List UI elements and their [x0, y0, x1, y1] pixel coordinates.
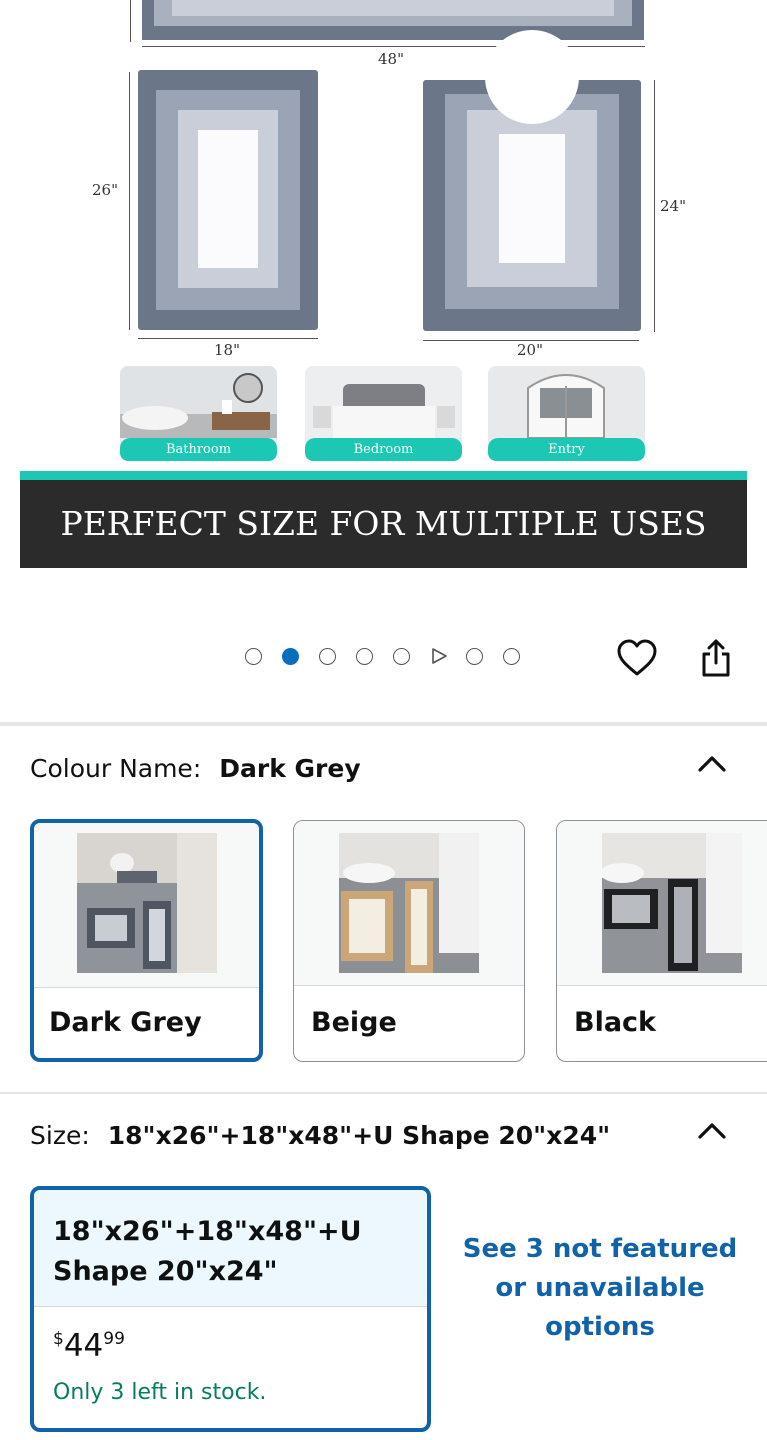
use-label: Entry: [488, 438, 645, 461]
swatch-thumb-area: [294, 821, 524, 986]
product-image[interactable]: 48" 26" 18" 24" 20" Bathroom Bedroom Ent…: [0, 0, 767, 600]
stock-status: Only 3 left in stock.: [53, 1380, 267, 1405]
carousel-dot[interactable]: [393, 647, 410, 665]
chevron-up-icon: [698, 1123, 726, 1139]
swatch-image: [339, 833, 479, 973]
dimension-label: 24": [660, 197, 686, 215]
swatch-thumb-area: [34, 823, 259, 988]
banner-accent: [20, 471, 747, 480]
dimension-label: 48": [378, 50, 404, 68]
colour-option-label: Beige: [311, 1007, 397, 1038]
share-icon: [702, 639, 730, 677]
swatch-image: [76, 833, 217, 973]
price-symbol: $: [53, 1329, 64, 1349]
use-card-entry: Entry: [488, 366, 645, 461]
carousel-dot[interactable]: [245, 647, 262, 665]
dimension-line: [142, 46, 645, 47]
collapse-colour-button[interactable]: [695, 750, 729, 776]
size-option-selected[interactable]: 18"x26"+18"x48"+U Shape 20"x24" $4499 On…: [30, 1186, 431, 1432]
colour-option-black[interactable]: Black: [556, 820, 767, 1062]
price: $4499: [53, 1328, 125, 1364]
price-whole: 44: [63, 1328, 104, 1364]
use-label: Bedroom: [305, 438, 462, 461]
chevron-up-icon: [698, 756, 726, 772]
colour-row-label: Colour Name: Dark Grey: [30, 754, 361, 783]
colour-option-label: Dark Grey: [49, 1007, 202, 1038]
rectangle-rug: [138, 70, 318, 330]
runner-rug: [142, 0, 644, 40]
section-divider: [0, 1092, 767, 1094]
dimension-label: 18": [214, 341, 240, 359]
carousel-dot[interactable]: [319, 647, 336, 665]
price-fraction: 99: [103, 1329, 125, 1349]
swatch-thumb-area: [557, 821, 767, 986]
see-more-options-link[interactable]: See 3 not featured or unavailable option…: [455, 1230, 745, 1347]
carousel-dot[interactable]: [356, 647, 373, 665]
use-label: Bathroom: [120, 438, 277, 461]
carousel-dots: [245, 645, 540, 667]
colour-value: Dark Grey: [219, 754, 361, 783]
dimension-label: 26": [92, 181, 118, 199]
dimension-label: 20": [517, 341, 543, 359]
carousel-dot[interactable]: [466, 647, 483, 665]
size-option-title: 18"x26"+18"x48"+U Shape 20"x24": [53, 1216, 362, 1287]
carousel-dot-active[interactable]: [282, 647, 299, 665]
colour-option-label: Black: [574, 1007, 657, 1038]
wishlist-button[interactable]: [614, 635, 660, 681]
size-option-header: 18"x26"+18"x48"+U Shape 20"x24": [34, 1190, 427, 1307]
collapse-size-button[interactable]: [695, 1117, 729, 1143]
size-value: 18"x26"+18"x48"+U Shape 20"x24": [107, 1121, 611, 1150]
section-divider: [0, 722, 767, 726]
dimension-line: [654, 80, 655, 332]
colour-option-beige[interactable]: Beige: [293, 820, 525, 1062]
u-shape-rug: [423, 30, 641, 331]
dimension-line: [138, 338, 318, 339]
size-row-label: Size: 18"x26"+18"x48"+U Shape 20"x24": [30, 1121, 610, 1150]
dimension-line: [129, 72, 130, 330]
carousel-dot[interactable]: [503, 647, 520, 665]
use-card-bedroom: Bedroom: [305, 366, 462, 461]
promo-banner: PERFECT SIZE FOR MULTIPLE USES: [20, 480, 747, 568]
colour-label: Colour Name:: [30, 754, 202, 783]
size-label: Size:: [30, 1121, 90, 1150]
heart-icon: [617, 639, 657, 676]
colour-option-dark-grey[interactable]: Dark Grey: [30, 819, 263, 1062]
video-play-icon[interactable]: [430, 648, 447, 664]
dimension-line: [130, 0, 131, 42]
use-card-bathroom: Bathroom: [120, 366, 277, 461]
swatch-image: [602, 833, 742, 973]
share-button[interactable]: [693, 635, 739, 681]
